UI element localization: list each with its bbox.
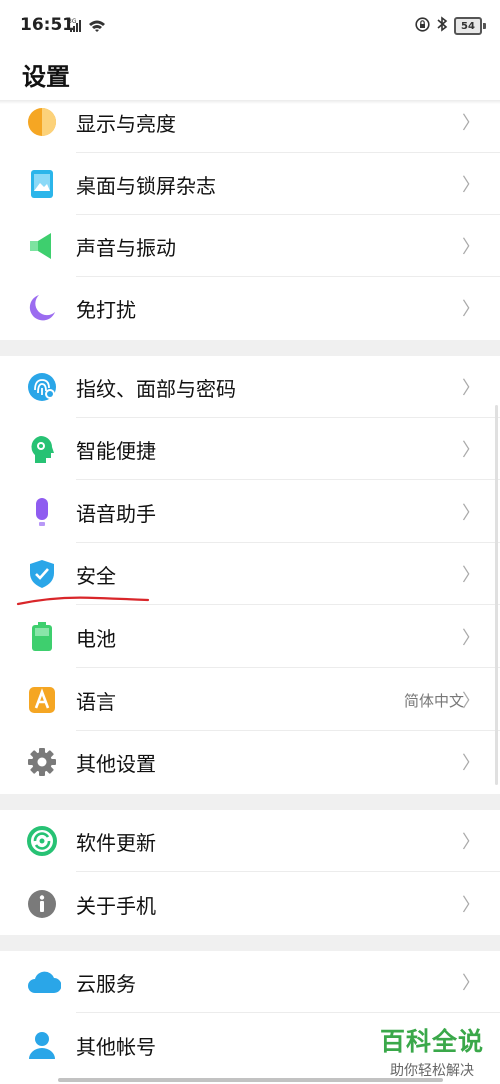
settings-item-label: 智能便捷 <box>76 439 156 463</box>
battery-level: 54 <box>454 17 482 35</box>
settings-item-label: 声音与振动 <box>76 236 176 260</box>
row-divider <box>76 871 500 872</box>
settings-item-fingerprint[interactable]: 指纹、面部与密码 〉 <box>0 356 500 418</box>
smart-assist-icon <box>27 434 57 464</box>
bluetooth-icon <box>436 16 448 36</box>
language-icon <box>27 685 57 715</box>
settings-item-label: 指纹、面部与密码 <box>76 377 236 401</box>
settings-item-about-phone[interactable]: 关于手机 〉 <box>0 873 500 935</box>
scrollbar[interactable] <box>495 405 498 785</box>
fingerprint-icon <box>27 372 57 402</box>
battery-icon <box>27 622 57 652</box>
settings-item-language[interactable]: 语言 简体中文 〉 <box>0 669 500 731</box>
page-title: 设置 <box>22 63 70 91</box>
red-underline-annotation <box>16 592 151 612</box>
chevron-right-icon: 〉 <box>462 175 480 196</box>
update-icon <box>27 826 57 856</box>
section-gap <box>0 340 500 356</box>
settings-item-label: 安全 <box>76 564 116 588</box>
settings-item-label: 电池 <box>76 627 116 651</box>
settings-item-smart[interactable]: 智能便捷 〉 <box>0 418 500 480</box>
display-brightness-icon <box>27 107 57 137</box>
settings-item-label: 关于手机 <box>76 894 156 918</box>
settings-item-label: 显示与亮度 <box>76 112 176 136</box>
cloud-icon <box>27 967 62 997</box>
section-gap <box>0 935 500 951</box>
moon-icon <box>27 293 57 323</box>
account-icon <box>27 1030 57 1060</box>
watermark: 百科全说 助你轻松解决 <box>380 1022 484 1080</box>
chevron-right-icon: 〉 <box>462 628 480 649</box>
settings-item-display[interactable]: 显示与亮度 〉 <box>0 91 500 153</box>
settings-item-wallpaper[interactable]: 桌面与锁屏杂志 〉 <box>0 153 500 215</box>
status-time: 16:51 <box>20 15 75 35</box>
row-divider <box>76 1012 500 1013</box>
status-right: 54 <box>415 16 486 36</box>
settings-item-label: 语言 <box>76 690 116 714</box>
sound-icon <box>27 231 57 261</box>
settings-item-label: 软件更新 <box>76 831 156 855</box>
battery-icon <box>483 23 486 29</box>
chevron-right-icon: 〉 <box>462 378 480 399</box>
settings-item-voice-assistant[interactable]: 语音助手 〉 <box>0 481 500 543</box>
language-value: 简体中文 <box>403 692 464 710</box>
chevron-right-icon: 〉 <box>462 299 480 320</box>
settings-item-battery[interactable]: 电池 〉 <box>0 606 500 668</box>
watermark-subtitle: 助你轻松解决 <box>389 1063 474 1079</box>
settings-item-dnd[interactable]: 免打扰 〉 <box>0 277 500 339</box>
chevron-right-icon: 〉 <box>462 440 480 461</box>
chevron-right-icon: 〉 <box>462 895 480 916</box>
chevron-right-icon: 〉 <box>462 973 480 994</box>
settings-item-label: 免打扰 <box>76 298 136 322</box>
settings-item-software-update[interactable]: 软件更新 〉 <box>0 810 500 872</box>
chevron-right-icon: 〉 <box>462 503 480 524</box>
chevron-right-icon: 〉 <box>462 832 480 853</box>
lock-rotation-icon <box>415 16 430 36</box>
chevron-right-icon: 〉 <box>462 691 480 712</box>
info-icon <box>27 889 57 919</box>
wallpaper-icon <box>27 169 57 199</box>
status-bar: 16:51 3G 54 <box>0 0 500 50</box>
settings-item-other-settings[interactable]: 其他设置 〉 <box>0 731 500 793</box>
chevron-right-icon: 〉 <box>462 237 480 258</box>
chevron-right-icon: 〉 <box>462 565 480 586</box>
settings-item-label: 云服务 <box>76 972 136 996</box>
network-type: 3G <box>68 18 77 25</box>
settings-item-label: 其他设置 <box>76 752 156 776</box>
chevron-right-icon: 〉 <box>462 113 480 134</box>
settings-item-label: 桌面与锁屏杂志 <box>76 174 216 198</box>
chevron-right-icon: 〉 <box>462 753 480 774</box>
microphone-icon <box>27 497 57 527</box>
row-divider <box>76 479 500 480</box>
navigation-bar[interactable] <box>58 1078 443 1082</box>
settings-item-label: 语音助手 <box>76 502 156 526</box>
shield-icon <box>27 559 57 589</box>
watermark-title: 百科全说 <box>379 1027 484 1056</box>
settings-item-sound[interactable]: 声音与振动 〉 <box>0 215 500 277</box>
signal-icon: 3G <box>68 16 110 38</box>
settings-item-cloud[interactable]: 云服务 〉 <box>0 951 500 1013</box>
row-divider <box>76 667 500 668</box>
settings-item-label: 其他帐号 <box>76 1035 156 1059</box>
gear-icon <box>27 747 57 777</box>
section-gap <box>0 794 500 810</box>
